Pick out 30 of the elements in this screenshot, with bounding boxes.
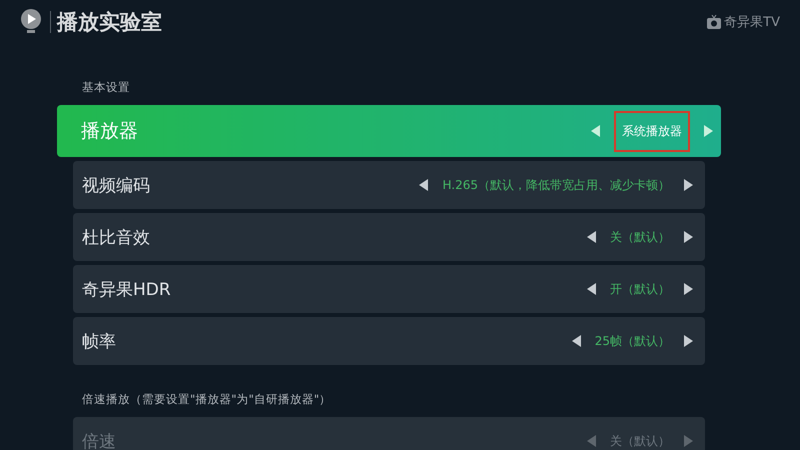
play-bulb-icon (20, 9, 42, 35)
setting-label: 倍速 (82, 430, 116, 450)
right-arrow-icon[interactable] (684, 283, 693, 295)
setting-value: H.265（默认，降低带宽占用、减少卡顿） (442, 176, 670, 194)
setting-row[interactable]: 奇异果HDR 开（默认） (73, 265, 705, 313)
setting-row[interactable]: 视频编码 H.265（默认，降低带宽占用、减少卡顿） (73, 161, 705, 209)
left-arrow-icon[interactable] (419, 179, 428, 191)
setting-value: 系统播放器 (614, 110, 690, 152)
setting-value: 关（默认） (610, 432, 670, 450)
right-arrow-icon[interactable] (684, 335, 693, 347)
setting-label: 杜比音效 (82, 226, 150, 248)
setting-value: 关（默认） (610, 228, 670, 246)
right-arrow-icon[interactable] (684, 231, 693, 243)
brand-name: 奇异果TV (724, 14, 780, 31)
setting-label: 播放器 (81, 119, 138, 144)
setting-label: 视频编码 (82, 174, 150, 196)
section-title: 基本设置 (81, 79, 131, 96)
setting-row[interactable]: 帧率 25帧（默认） (73, 317, 705, 365)
left-arrow-icon[interactable] (587, 231, 596, 243)
setting-label: 帧率 (82, 330, 116, 352)
setting-value: 25帧（默认） (594, 332, 670, 350)
left-arrow-icon[interactable] (587, 283, 596, 295)
setting-value: 开（默认） (610, 280, 670, 298)
setting-row[interactable]: 杜比音效 关（默认） (73, 213, 705, 261)
left-arrow-icon[interactable] (572, 335, 581, 347)
section-title: 倍速播放（需要设置"播放器"为"自研播放器"） (81, 391, 332, 408)
page-title: 播放实验室 (57, 8, 162, 36)
setting-label: 奇异果HDR (82, 278, 171, 300)
tv-icon (707, 15, 722, 29)
right-arrow-icon[interactable] (684, 179, 693, 191)
